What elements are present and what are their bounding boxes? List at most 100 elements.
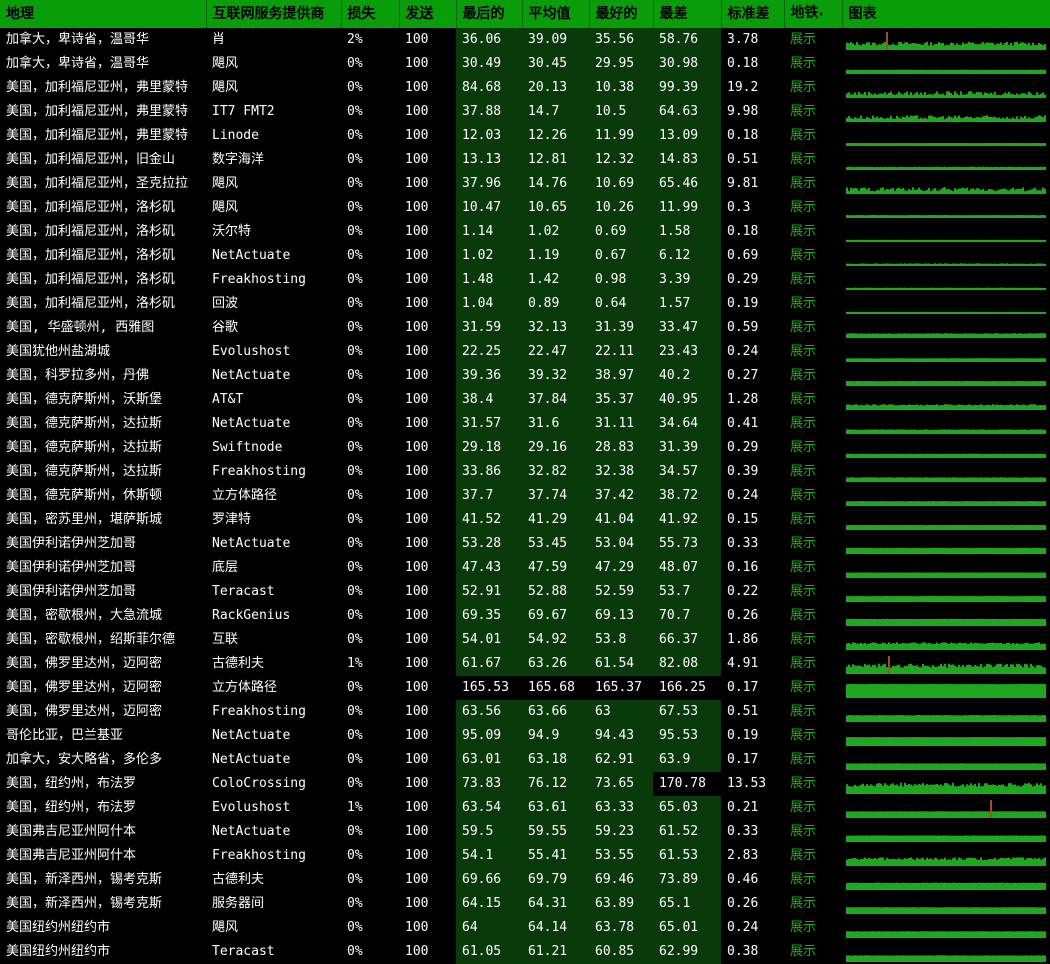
sparkline-bar [1004,188,1006,194]
col-header-provider[interactable]: 互联网服务提供商 [206,0,342,28]
sparkline-bar [864,763,866,770]
cell-map[interactable]: 展示 [784,820,842,844]
sparkline-bar [1034,811,1036,818]
cell-map[interactable]: 展示 [784,484,842,508]
cell-map[interactable]: 展示 [784,772,842,796]
sparkline-bar [924,429,926,434]
cell-map[interactable]: 展示 [784,796,842,820]
col-header-location[interactable]: 地理 [0,0,207,28]
cell-map[interactable]: 展示 [784,388,842,412]
sparkline-bar [1006,715,1008,722]
cell-map[interactable]: 展示 [784,652,842,676]
sparkline-svg [846,857,1046,866]
col-header-sent[interactable]: 发送 [399,0,457,28]
cell-map[interactable]: 展示 [784,268,842,292]
cell-map[interactable]: 展示 [784,700,842,724]
cell-map[interactable]: 展示 [784,460,842,484]
cell-map[interactable]: 展示 [784,916,842,940]
col-header-stdev[interactable]: 标准差 [721,0,785,28]
cell-map[interactable]: 展示 [784,748,842,772]
sparkline-bar [966,784,968,794]
sparkline-bar [1024,907,1026,914]
sparkline-bar [946,167,948,170]
sparkline-bar [904,117,906,122]
col-header-last[interactable]: 最后的 [456,0,523,28]
sparkline-bar [1014,42,1016,50]
col-header-chart[interactable]: 图表 [842,0,1050,28]
sparkline-bar [1044,404,1046,410]
sparkline-bar [868,405,870,410]
sparkline-bar [998,477,1000,482]
sparkline-bar [1044,44,1046,50]
cell-map[interactable]: 展示 [784,28,842,52]
sparkline-bar [894,619,896,626]
col-header-best[interactable]: 最好的 [589,0,654,28]
cell-map[interactable]: 展示 [784,532,842,556]
cell-map[interactable]: 展示 [784,76,842,100]
sparkline-bar [890,477,892,482]
cell-map[interactable]: 展示 [784,676,842,700]
col-header-worst[interactable]: 最差 [653,0,722,28]
cell-map[interactable]: 展示 [784,148,842,172]
cell-map[interactable]: 展示 [784,844,842,868]
sparkline-bar [1004,263,1006,266]
sparkline-bar [1018,287,1020,290]
cell-sent: 100 [405,728,429,743]
cell-map[interactable]: 展示 [784,436,842,460]
cell-map[interactable]: 展示 [784,412,842,436]
sparkline-bar [932,664,934,674]
sparkline-bar [846,666,848,674]
sparkline-bar [878,190,880,194]
cell-map[interactable]: 展示 [784,724,842,748]
cell-map[interactable]: 展示 [784,124,842,148]
cell-map[interactable]: 展示 [784,100,842,124]
sparkline-bar [936,381,938,386]
sparkline-bar [1028,572,1030,578]
sparkline-bar [882,955,884,962]
sparkline-bar [882,429,884,434]
cell-map[interactable]: 展示 [784,316,842,340]
sparkline-bar [1030,811,1032,818]
latency-sparkline [842,460,1050,484]
sparkline-bar [868,785,870,794]
cell-map[interactable]: 展示 [784,220,842,244]
sparkline-bar [874,548,876,554]
sparkline-bar [1042,667,1044,674]
sparkline-bar [1006,907,1008,914]
cell-map[interactable]: 展示 [784,580,842,604]
cell-map[interactable]: 展示 [784,364,842,388]
latency-sparkline [842,100,1050,124]
cell-map[interactable]: 展示 [784,508,842,532]
sparkline-bar [1022,811,1024,818]
cell-map[interactable]: 展示 [784,172,842,196]
sparkline-bar [944,763,946,770]
cell-stdev: 0.18 [727,56,759,71]
col-header-avg[interactable]: 平均值 [522,0,590,28]
sparkline-bar [938,405,940,410]
cell-provider: Freakhosting [212,464,306,479]
cell-map[interactable]: 展示 [784,892,842,916]
cell-map[interactable]: 展示 [784,196,842,220]
sparkline-bar [1026,783,1028,794]
sparkline-bar [918,907,920,914]
cell-map[interactable]: 展示 [784,52,842,76]
sparkline-bar [862,311,864,314]
cell-map[interactable]: 展示 [784,340,842,364]
cell-map[interactable]: 展示 [784,292,842,316]
sparkline-bar [858,786,860,794]
cell-map[interactable]: 展示 [784,940,842,964]
sparkline-bar [928,239,930,242]
sparkline-bar [884,190,886,194]
cell-map[interactable]: 展示 [784,868,842,892]
col-header-map[interactable]: 地铁▾ [784,0,843,28]
sparkline-bar [862,907,864,914]
col-header-loss[interactable]: 损失 [341,0,400,28]
cell-map[interactable]: 展示 [784,556,842,580]
sparkline-bar [946,907,948,914]
cell-map[interactable]: 展示 [784,244,842,268]
cell-map[interactable]: 展示 [784,628,842,652]
sparkline-bar [972,684,974,698]
sparkline-bar [906,643,908,650]
sparkline-bar [948,477,950,482]
cell-map[interactable]: 展示 [784,604,842,628]
